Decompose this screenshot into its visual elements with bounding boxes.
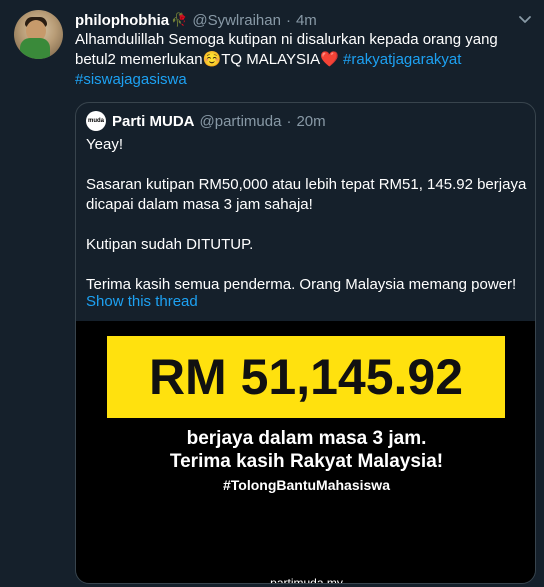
- quoted-display-name[interactable]: Parti MUDA: [112, 113, 195, 130]
- tweet-timestamp[interactable]: 4m: [296, 12, 317, 29]
- quoted-avatar[interactable]: muda: [86, 111, 106, 131]
- show-thread-link[interactable]: Show this thread: [86, 293, 198, 310]
- quoted-paragraph: Yeay!: [86, 136, 123, 153]
- quoted-paragraph: Kutipan sudah DITUTUP.: [86, 236, 254, 253]
- quoted-tweet-header: muda Parti MUDA @partimuda · 20m: [86, 111, 326, 131]
- quoted-paragraph: Terima kasih semua penderma. Orang Malay…: [86, 276, 517, 293]
- chevron-down-icon[interactable]: [516, 10, 534, 28]
- banner-amount: RM 51,145.92: [148, 349, 464, 405]
- media-caption-line2: Terima kasih Rakyat Malaysia!: [169, 451, 444, 472]
- media-site-url: partimuda.my: [270, 576, 343, 584]
- rose-emoji: 🥀: [171, 12, 188, 27]
- media-image[interactable]: RM 51,145.92 berjaya dalam masa 3 jam. T…: [76, 321, 535, 584]
- tweet-header: philophobhia 🥀 @Sywlraihan · 4m: [75, 10, 317, 30]
- quoted-handle[interactable]: @partimuda: [200, 113, 282, 130]
- separator-dot: ·: [286, 112, 292, 130]
- quoted-tweet-body: Yeay! Sasaran kutipan RM50,000 atau lebi…: [86, 135, 531, 295]
- separator-dot: ·: [285, 11, 291, 29]
- user-handle[interactable]: @Sywlraihan: [192, 12, 281, 29]
- quoted-tweet[interactable]: muda Parti MUDA @partimuda · 20m Yeay! S…: [75, 102, 536, 584]
- avatar-shirt: [20, 38, 50, 59]
- hashtag-link[interactable]: #rakyatjagarakyat: [343, 51, 461, 68]
- smiling-emoji: ☺️: [202, 51, 222, 68]
- tweet-text: Alhamdulillah Semoga kutipan ni disalurk…: [75, 30, 525, 90]
- hashtag-link[interactable]: #siswajagasiswa: [75, 71, 187, 88]
- display-name[interactable]: philophobhia: [75, 12, 169, 29]
- amount-banner: RM 51,145.92: [107, 336, 505, 418]
- tweet-text-part2: TQ MALAYSIA: [221, 51, 321, 68]
- media-caption-line1: berjaya dalam masa 3 jam.: [186, 428, 427, 449]
- quoted-timestamp[interactable]: 20m: [296, 113, 325, 130]
- heart-emoji: ❤️: [320, 51, 339, 68]
- user-avatar[interactable]: [14, 10, 63, 59]
- quoted-paragraph: Sasaran kutipan RM50,000 atau lebih tepa…: [86, 176, 527, 213]
- media-hashtag: #TolongBantuMahasiswa: [223, 477, 390, 493]
